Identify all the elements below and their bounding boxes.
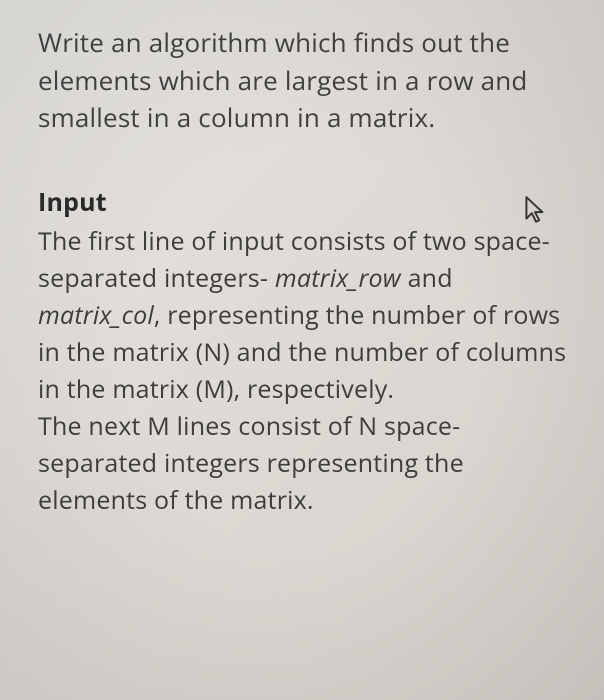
variable-matrix-col: matrix_col [38,298,154,332]
input-text-2: and [401,261,453,295]
input-heading: Input [38,185,576,219]
variable-matrix-row: matrix_row [275,261,401,295]
cursor-icon [524,195,546,225]
problem-statement: Write an algorithm which finds out the e… [38,24,576,137]
input-section: Input The first line of input consists o… [38,185,576,519]
input-text-4: The next M lines consist of N space-sepa… [38,409,464,517]
document-content: Write an algorithm which finds out the e… [38,24,576,519]
input-body: The first line of input consists of two … [38,223,576,519]
